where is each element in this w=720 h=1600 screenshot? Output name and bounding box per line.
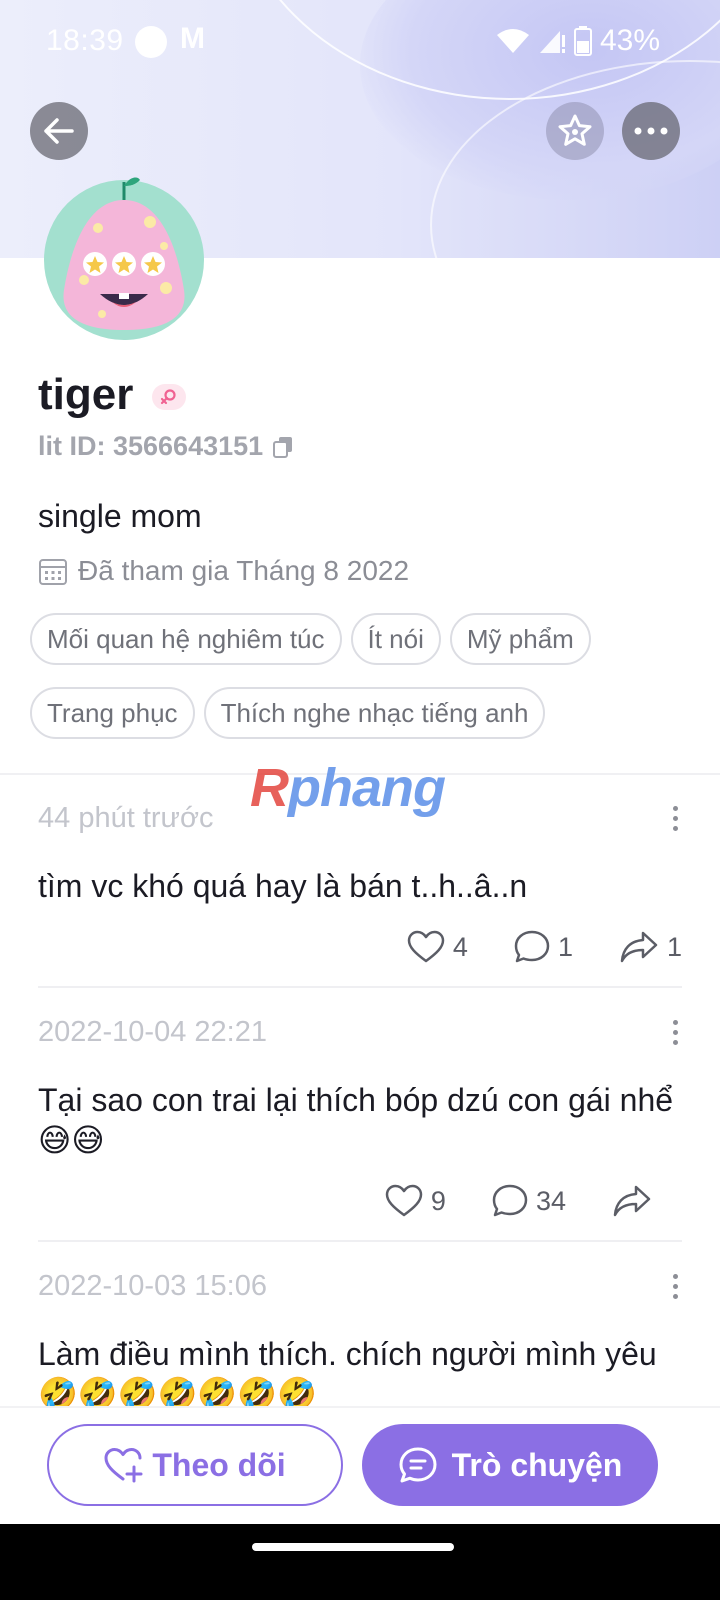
more-horizontal-icon (634, 127, 668, 135)
heart-icon (385, 1184, 423, 1217)
avatar[interactable] (38, 168, 210, 340)
status-bar: 18:39 M 43% (0, 0, 720, 84)
comment-count: 34 (535, 1185, 566, 1216)
star-icon (558, 114, 592, 146)
tag-chip[interactable]: Trang phục (30, 687, 195, 739)
status-time: 18:39 (46, 24, 124, 57)
back-button[interactable] (30, 102, 88, 160)
gmail-icon: M (180, 22, 205, 55)
post-more-icon[interactable] (668, 806, 682, 831)
tag-chip[interactable]: Mỹ phẩm (449, 613, 591, 665)
share-count: 1 (666, 931, 682, 962)
post-item[interactable]: 44 phút trước tìm vc khó quá hay là bán … (38, 802, 682, 972)
system-nav-bar (0, 1524, 720, 1600)
follow-label: Theo dõi (152, 1446, 286, 1483)
post-more-icon[interactable] (668, 1274, 682, 1299)
arrow-left-icon (44, 118, 74, 144)
share-button[interactable]: 1 (619, 930, 682, 964)
gender-badge (152, 384, 186, 410)
female-icon (160, 389, 176, 405)
home-indicator[interactable] (252, 1543, 454, 1551)
favorite-button[interactable] (546, 102, 604, 160)
post-item[interactable]: 2022-10-03 15:06 Làm điều mình thích. ch… (38, 1270, 682, 1406)
tag-chip[interactable]: Mối quan hệ nghiêm túc (30, 613, 342, 665)
profile-bio: single mom (38, 498, 202, 534)
comment-button[interactable]: 34 (492, 1184, 566, 1218)
more-options-button[interactable] (622, 102, 680, 160)
lit-id-text: lit ID: 3566643151 (38, 431, 264, 461)
heart-plus-icon (104, 1448, 143, 1483)
share-button[interactable] (612, 1184, 660, 1218)
post-time: 2022-10-04 22:21 (38, 1016, 267, 1048)
battery-percent: 43% (599, 24, 660, 57)
comment-icon (492, 1184, 528, 1217)
post-time: 2022-10-03 15:06 (38, 1270, 267, 1302)
notification-dot-icon (135, 26, 167, 58)
like-button[interactable]: 4 (407, 930, 468, 964)
share-icon (613, 1185, 651, 1217)
comment-count: 1 (557, 931, 573, 962)
post-more-icon[interactable] (668, 1020, 682, 1045)
chat-label: Trò chuyện (451, 1446, 623, 1483)
comment-icon (514, 930, 550, 963)
tag-chip[interactable]: Thích nghe nhạc tiếng anh (203, 687, 546, 739)
calendar-icon (39, 559, 67, 585)
like-count: 4 (452, 931, 468, 962)
wifi-icon (496, 29, 529, 53)
share-icon (620, 931, 658, 963)
battery-icon (573, 26, 592, 56)
joined-date: Đã tham gia Tháng 8 2022 (38, 555, 409, 587)
signal-icon (539, 31, 565, 53)
tag-chip[interactable]: Ít nói (350, 613, 441, 665)
joined-text: Đã tham gia Tháng 8 2022 (78, 555, 410, 586)
profile-name: tiger (38, 370, 134, 419)
chat-button[interactable]: Trò chuyện (362, 1424, 658, 1506)
heart-icon (407, 930, 445, 963)
copy-icon[interactable] (273, 436, 293, 458)
lit-id: lit ID: 3566643151 (38, 431, 293, 462)
post-item[interactable]: 2022-10-04 22:21 Tại sao con trai lại th… (38, 1016, 682, 1226)
post-time: 44 phút trước (38, 802, 214, 834)
chat-icon (399, 1447, 437, 1483)
comment-button[interactable]: 1 (514, 930, 573, 964)
interest-tags: Mối quan hệ nghiêm túc Ít nói Mỹ phẩm Tr… (30, 613, 650, 739)
like-button[interactable]: 9 (385, 1184, 446, 1218)
follow-button[interactable]: Theo dõi (47, 1424, 343, 1506)
post-divider (38, 986, 682, 988)
post-text: tìm vc khó quá hay là bán t..h..â..n (38, 868, 528, 904)
post-text: Làm điều mình thích. chích người mình yê… (38, 1336, 657, 1406)
like-count: 9 (430, 1185, 446, 1216)
post-divider (38, 1240, 682, 1242)
post-text: Tại sao con trai lại thích bóp dzú con g… (38, 1082, 674, 1158)
